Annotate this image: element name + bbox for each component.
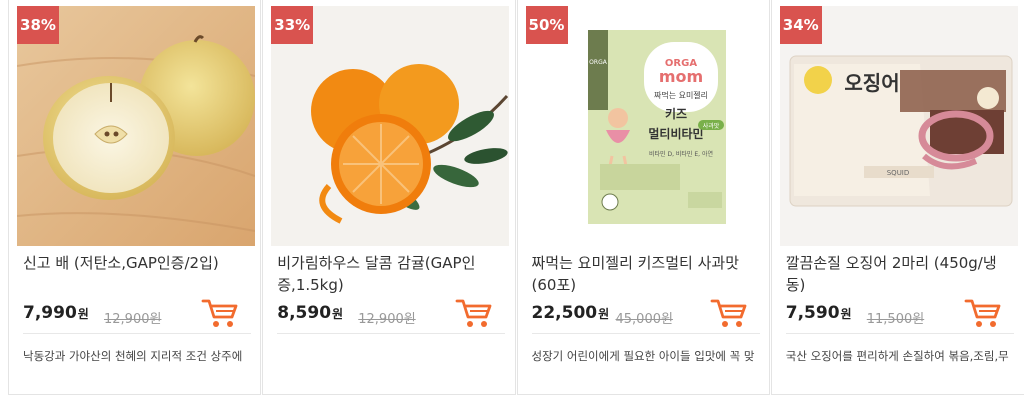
package-brand-small: ORGA [589,59,608,66]
product-title[interactable]: 깔끔손질 오징어 2마리 (450g/냉동) [786,252,1008,296]
price-row: 8,590원 12,900원 [277,299,505,333]
divider [785,333,1014,334]
product-card[interactable]: ORGA ORGA mom 짜먹는 요미젤리 키즈 멀티비타민 사과맛 비타민 … [516,0,770,395]
product-title[interactable]: 신고 배 (저탄소,GAP인증/2입) [23,252,245,274]
package-note: 비타민 D, 비타민 E, 아연 [648,150,712,158]
product-grid: 38% 신고 배 (저탄소,GAP인증/2입) 7,990원 12,900원 낙… [8,0,1024,395]
discount-badge: 50% [525,6,568,44]
original-price: 12,900원 [358,312,416,327]
product-card[interactable]: 33% 비가림하우스 달콤 감귤(GAP인증,1.5kg) 8,590원 12,… [262,0,516,395]
divider [277,333,506,334]
package-sub: SQUID [886,169,909,177]
shopping-cart-icon[interactable] [455,297,493,329]
discount-badge: 38% [17,6,59,44]
original-price: 45,000원 [615,312,673,327]
product-title[interactable]: 비가림하우스 달콤 감귤(GAP인증,1.5kg) [277,252,499,296]
product-description: 낙동강과 가야산의 천혜의 지리적 조건 상주에 [23,349,243,363]
package-line2: 키즈 [664,106,686,121]
product-card[interactable]: 38% 신고 배 (저탄소,GAP인증/2입) 7,990원 12,900원 낙… [8,0,262,395]
product-description: 성장기 어린이에게 필요한 아이들 입맛에 꼭 맞 [531,349,755,363]
discount-badge: 34% [779,6,822,44]
divider [531,333,760,334]
package-label: 오징어 [844,71,899,95]
product-description: 국산 오징어를 편리하게 손질하여 볶음,조림,무 [785,349,1009,363]
product-image[interactable]: 오징어 SQUID 34% [779,6,1018,246]
sale-price: 22,500원 [531,303,610,323]
product-card[interactable]: 오징어 SQUID 34% 깔끔손질 오징어 2마리 (450g/냉동) 7,5… [770,0,1024,395]
package-tag: 사과맛 [702,122,719,130]
package-brand-bottom: mom [658,67,702,86]
shopping-cart-icon[interactable] [201,297,239,329]
product-title[interactable]: 짜먹는 요미젤리 키즈멀티 사과맛 (60포) [532,252,754,296]
discount-badge: 33% [271,6,314,44]
product-image[interactable]: 33% [271,6,510,246]
divider [23,333,251,334]
price-row: 7,990원 12,900원 [23,299,251,333]
sale-price: 8,590원 [277,303,344,323]
package-line3: 멀티비타민 [648,126,703,141]
shopping-cart-icon[interactable] [964,297,1002,329]
sale-price: 7,990원 [23,303,89,323]
original-price: 12,900원 [104,312,162,327]
sale-price: 7,590원 [785,303,852,323]
price-row: 22,500원 45,000원 [531,299,760,333]
shopping-cart-icon[interactable] [710,297,748,329]
product-image[interactable]: ORGA ORGA mom 짜먹는 요미젤리 키즈 멀티비타민 사과맛 비타민 … [525,6,764,246]
original-price: 11,500원 [866,312,925,327]
price-row: 7,590원 11,500원 [785,299,1014,333]
product-image[interactable]: 38% [17,6,255,246]
package-line1: 짜먹는 요미젤리 [653,90,707,100]
